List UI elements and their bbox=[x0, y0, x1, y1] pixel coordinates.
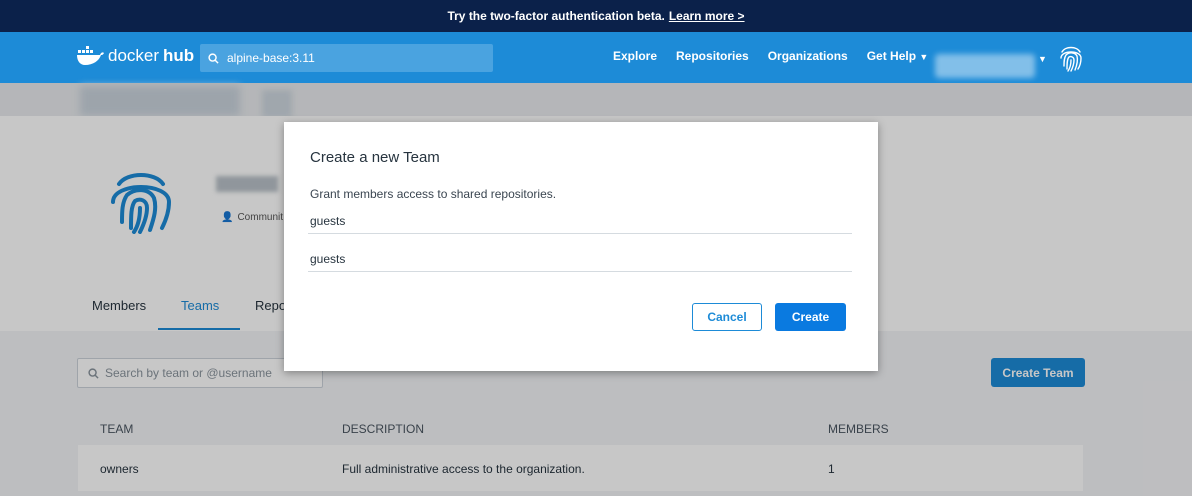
create-team-modal: Create a new Team Grant members access t… bbox=[284, 122, 878, 371]
nav-organizations[interactable]: Organizations bbox=[768, 49, 848, 63]
team-name-input[interactable] bbox=[308, 214, 852, 234]
modal-description: Grant members access to shared repositor… bbox=[310, 187, 557, 201]
get-help-label: Get Help bbox=[866, 49, 917, 63]
top-navbar: docker hub Explore Repositories Organiza… bbox=[0, 32, 1192, 83]
user-menu-blurred[interactable] bbox=[935, 54, 1035, 78]
global-search-input[interactable] bbox=[227, 51, 477, 65]
nav-get-help[interactable]: Get Help ▼ bbox=[867, 49, 929, 63]
search-icon bbox=[208, 52, 219, 64]
announcement-banner: Try the two-factor authentication beta. … bbox=[0, 0, 1192, 32]
modal-title: Create a new Team bbox=[310, 149, 440, 166]
logo-text-docker: docker bbox=[108, 46, 160, 65]
global-search[interactable] bbox=[200, 44, 493, 72]
nav-explore[interactable]: Explore bbox=[613, 49, 657, 63]
logo-text-hub: hub bbox=[163, 46, 195, 65]
docker-hub-logo[interactable]: docker hub bbox=[76, 46, 194, 66]
docker-whale-icon bbox=[77, 46, 104, 65]
fingerprint-avatar-icon[interactable] bbox=[1058, 44, 1084, 72]
user-menu-chevron-down-icon[interactable]: ▼ bbox=[1038, 54, 1047, 64]
banner-text: Try the two-factor authentication beta. bbox=[447, 9, 665, 23]
create-button[interactable]: Create bbox=[775, 303, 846, 331]
team-description-input[interactable] bbox=[308, 252, 852, 272]
nav-repositories[interactable]: Repositories bbox=[676, 49, 749, 63]
cancel-button[interactable]: Cancel bbox=[692, 303, 762, 331]
chevron-down-icon: ▼ bbox=[919, 52, 929, 62]
nav-links: Explore Repositories Organizations Get H… bbox=[613, 49, 928, 63]
learn-more-link[interactable]: Learn more > bbox=[669, 9, 745, 23]
